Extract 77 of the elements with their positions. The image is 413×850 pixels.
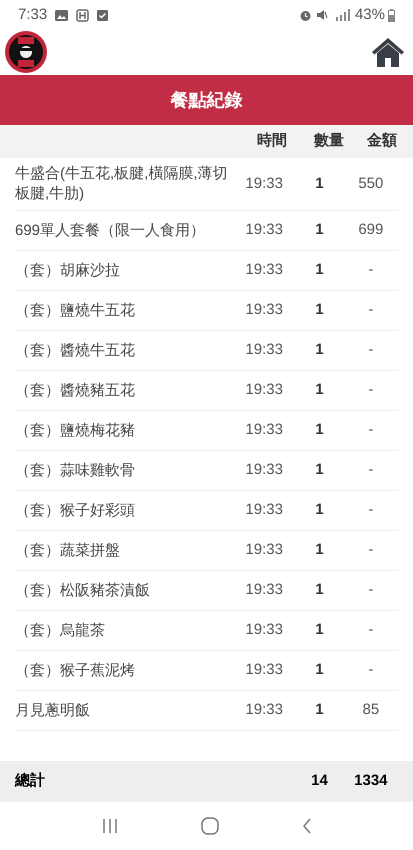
total-amount: 1334 <box>353 771 389 792</box>
amount-cell-text: - <box>367 620 374 640</box>
time-cell-text: 19:33 <box>244 620 284 640</box>
time-cell-text: 19:33 <box>244 174 284 194</box>
home-icon[interactable] <box>371 37 405 67</box>
quantity-cell-text: 1 <box>314 460 325 480</box>
mute-icon <box>316 9 328 21</box>
quantity-cell-text: 1 <box>314 420 325 440</box>
item-name: （套）烏龍茶 <box>15 620 106 640</box>
alarm-icon <box>298 8 312 22</box>
total-quantity: 14 <box>310 771 329 792</box>
amount-cell-text: - <box>367 500 374 520</box>
logo-icon[interactable] <box>5 31 47 73</box>
amount-cell-text: - <box>367 300 374 320</box>
item-name: 699單人套餐（限一人食用） <box>15 220 206 240</box>
item-name: 牛盛合(牛五花,板腱,橫隔膜,薄切板腱,牛肋) <box>15 164 228 204</box>
item-name: 月見蔥明飯 <box>15 700 91 720</box>
quantity-cell-text: 1 <box>314 700 325 720</box>
item-name: （套）蔬菜拼盤 <box>15 540 121 560</box>
column-header: 金額 <box>366 131 398 152</box>
time-cell-text: 19:33 <box>244 540 284 560</box>
checkbox-icon <box>97 10 108 20</box>
time-cell-text: 19:33 <box>244 420 284 440</box>
amount-cell-text: 550 <box>357 174 384 194</box>
item-name: （套）醬燒牛五花 <box>15 340 136 360</box>
item-name: （套）松阪豬茶漬飯 <box>15 580 151 600</box>
time-cell-text: 19:33 <box>244 460 284 480</box>
column-header: 時間 <box>256 131 288 152</box>
amount-cell-text: - <box>367 340 374 360</box>
quantity-cell-text: 1 <box>314 340 325 360</box>
time-cell-text: 19:33 <box>244 220 284 240</box>
quantity-cell-text: 1 <box>314 580 325 600</box>
item-name: （套）醬燒豬五花 <box>15 380 136 400</box>
time-cell-text: 19:33 <box>244 380 284 400</box>
item-name: （套）鹽燒牛五花 <box>15 300 136 320</box>
column-header: 數量 <box>312 131 345 152</box>
time-cell-text: 19:33 <box>244 300 284 320</box>
status-time: 7:33 <box>18 4 48 25</box>
app-icon <box>76 8 90 22</box>
amount-cell-text: - <box>367 420 374 440</box>
image-icon <box>55 10 68 20</box>
quantity-cell-text: 1 <box>314 540 325 560</box>
amount-cell-text: - <box>367 460 374 480</box>
time-cell-text: 19:33 <box>244 500 284 520</box>
quantity-cell-text: 1 <box>314 260 325 280</box>
home-button-icon[interactable] <box>200 817 218 835</box>
quantity-cell-text: 1 <box>314 500 325 520</box>
time-cell-text: 19:33 <box>244 580 284 600</box>
title-bar: 餐點紀錄 <box>0 75 413 125</box>
battery-icon <box>388 8 395 22</box>
time-cell-text: 19:33 <box>244 260 284 280</box>
amount-cell-text: - <box>367 580 374 600</box>
amount-cell-text: 699 <box>357 220 384 240</box>
item-name: （套）蒜味雞軟骨 <box>15 460 136 480</box>
time-cell-text: 19:33 <box>244 700 284 720</box>
amount-cell-text: - <box>367 660 374 680</box>
recent-apps-icon[interactable] <box>102 818 118 834</box>
item-name: （套）鹽燒梅花豬 <box>15 420 136 440</box>
item-name: （套）胡麻沙拉 <box>15 260 121 280</box>
quantity-cell-text: 1 <box>314 300 325 320</box>
amount-cell-text: 85 <box>362 700 380 720</box>
amount-cell-text: - <box>367 540 374 560</box>
item-name: （套）猴子蕉泥烤 <box>15 660 136 680</box>
amount-cell-text: - <box>367 380 374 400</box>
battery-percent: 43% <box>354 4 385 25</box>
quantity-cell-text: 1 <box>314 620 325 640</box>
quantity-cell-text: 1 <box>314 220 325 240</box>
quantity-cell-text: 1 <box>314 380 325 400</box>
quantity-cell-text: 1 <box>314 174 325 194</box>
item-name: （套）猴子好彩頭 <box>15 500 136 520</box>
back-icon[interactable] <box>302 818 312 834</box>
quantity-cell-text: 1 <box>314 660 325 680</box>
time-cell-text: 19:33 <box>244 340 284 360</box>
signal-icon <box>334 9 352 21</box>
time-cell-text: 19:33 <box>244 660 284 680</box>
total-label: 總計 <box>15 771 46 792</box>
amount-cell-text: - <box>367 260 374 280</box>
